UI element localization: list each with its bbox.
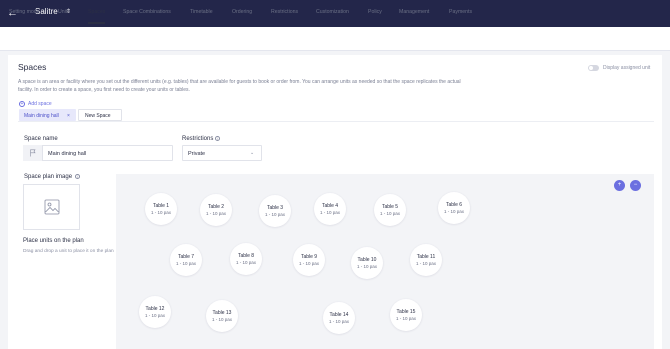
chevron-down-icon: ⌄ [250,150,255,156]
table-name: Table 10 [357,257,377,263]
tab-policy[interactable]: Policy [368,9,382,15]
table-name: Table 15 [396,309,416,315]
table-unit[interactable]: Table 15 1 - 10 pax [390,299,422,331]
add-space-button[interactable]: + Add space [19,101,52,107]
image-icon [44,199,60,215]
space-tab-label: Main dining hall [24,113,59,119]
tab-customization[interactable]: Customization [316,9,349,15]
table-capacity: 1 - 10 pax [319,210,340,215]
tab-spaces[interactable]: Spaces [88,9,105,15]
tab-payments[interactable]: Payments [449,9,472,15]
flag-icon [30,149,36,157]
table-name: Table 11 [416,254,436,260]
table-unit[interactable]: Table 14 1 - 10 pax [323,302,355,334]
tab-units[interactable]: Units [58,9,70,15]
table-unit[interactable]: Table 21 - 10 pax [200,194,232,226]
table-capacity: 1 - 10 pax [211,317,232,322]
table-unit[interactable]: Table 31 - 10 pax [259,195,291,227]
table-capacity: 1 - 10 pax [443,209,464,214]
table-name: Table 1 [152,203,170,209]
table-unit[interactable]: Table 71 - 10 pax [170,244,202,276]
place-units-title: Place units on the plan [23,238,84,244]
table-capacity: 1 - 10 pax [415,261,436,266]
table-name: Table 7 [177,254,195,260]
space-name-label: Space name [24,136,58,142]
space-plan-image-label: Space plan image [24,174,73,180]
space-name-input[interactable] [23,145,173,161]
settings-tabs [0,27,670,51]
table-capacity: 1 - 10 pax [205,211,226,216]
table-name: Table 2 [207,204,225,210]
table-name: Table 6 [445,202,463,208]
table-name: Table 9 [300,254,318,260]
add-space-label: Add space [28,101,52,107]
table-capacity: 1 - 10 pax [328,319,349,324]
table-capacity: 1 - 10 pax [150,210,171,215]
table-name: Table 5 [381,204,399,210]
space-tab-label: New Space [85,113,111,119]
info-icon[interactable]: i [215,136,220,141]
tab-setting-mode[interactable]: Setting mode [9,9,40,15]
table-unit[interactable]: Table 81 - 10 pax [230,243,262,275]
table-capacity: 1 - 10 pax [298,261,319,266]
tab-timetable[interactable]: Timetable [190,9,213,15]
tab-ordering[interactable]: Ordering [232,9,252,15]
toggle-knob [589,66,593,70]
toggle-label: Display assigned unit [603,65,651,71]
table-capacity: 1 - 10 pax [379,211,400,216]
table-capacity: 1 - 10 pax [356,264,377,269]
table-name: Table 12 [145,306,165,312]
table-unit[interactable]: Table 12 1 - 10 pax [139,296,171,328]
tab-management[interactable]: Management [399,9,429,15]
zoom-in-icon[interactable]: + [614,180,625,191]
close-icon[interactable]: × [67,113,70,119]
table-capacity: 1 - 10 pax [395,316,416,321]
table-unit[interactable]: Table 91 - 10 pax [293,244,325,276]
table-unit[interactable]: Table 11 - 10 pax [145,193,177,225]
plus-circle-icon: + [19,101,25,107]
table-unit[interactable]: Table 11 1 - 10 pax [410,244,442,276]
tab-restrictions[interactable]: Restrictions [271,9,298,15]
active-tab-indicator [88,22,105,24]
restrictions-label: Restrictions [182,136,214,142]
page-title: Spaces [18,62,47,72]
table-capacity: 1 - 10 pax [264,212,285,217]
table-unit[interactable]: Table 51 - 10 pax [374,194,406,226]
zoom-out-icon[interactable]: − [630,180,641,191]
table-capacity: 1 - 10 pax [144,313,165,318]
place-units-hint: Drag and drop a unit to place it on the … [23,249,114,254]
table-unit[interactable]: Table 41 - 10 pax [314,193,346,225]
spaces-description: A space is an area or facility where you… [18,79,461,93]
table-capacity: 1 - 10 pax [235,260,256,265]
table-name: Table 4 [321,203,339,209]
info-icon[interactable]: i [75,174,80,179]
tab-space-combinations[interactable]: Space Combinations [123,9,171,15]
space-name-value: Main dining hall [48,151,87,157]
table-name: Table 3 [266,205,284,211]
table-name: Table 14 [329,312,349,318]
divider [18,121,654,122]
table-unit[interactable]: Table 61 - 10 pax [438,192,470,224]
table-name: Table 13 [212,310,232,316]
table-unit[interactable]: Table 13 1 - 10 pax [206,300,238,332]
table-unit[interactable]: Table 10 1 - 10 pax [351,247,383,279]
restrictions-value: Private [188,151,206,157]
table-name: Table 8 [237,253,255,259]
table-capacity: 1 - 10 pax [175,261,196,266]
